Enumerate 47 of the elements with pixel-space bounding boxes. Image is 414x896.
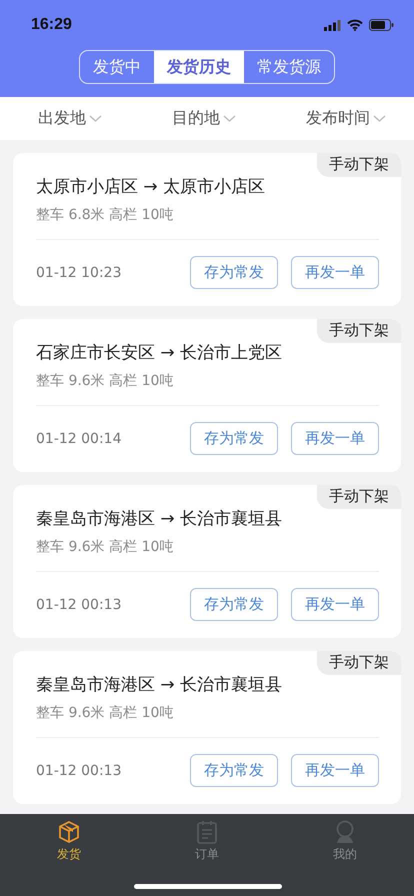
segment-tab[interactable]: 发货历史 bbox=[154, 51, 244, 83]
shipment-card[interactable]: 手动下架 秦皇岛市海港区 → 长治市襄垣县 整车 9.6米 高栏 10吨 01-12 00:13 存为常发 再发一单 bbox=[13, 651, 401, 804]
save-template-button[interactable]: 存为常发 bbox=[190, 422, 278, 455]
vehicle-spec: 整车 6.8米 高栏 10吨 bbox=[36, 206, 174, 224]
chevron-down-icon bbox=[223, 115, 236, 122]
shipment-card[interactable]: 手动下架 太原市小店区 → 太原市小店区 整车 6.8米 高栏 10吨 01-12 10:23 存为常发 再发一单 bbox=[13, 153, 401, 306]
status-tag: 手动下架 bbox=[317, 485, 401, 509]
repost-button[interactable]: 再发一单 bbox=[291, 754, 379, 787]
status-time: 16:29 bbox=[31, 16, 72, 34]
vehicle-spec: 整车 9.6米 高栏 10吨 bbox=[36, 704, 174, 722]
publish-time: 01-12 10:23 bbox=[36, 264, 122, 280]
status-tag: 手动下架 bbox=[317, 319, 401, 343]
segment-tab[interactable]: 发货中 bbox=[80, 51, 154, 83]
publish-time: 01-12 00:13 bbox=[36, 596, 122, 612]
vehicle-spec: 整车 9.6米 高栏 10吨 bbox=[36, 538, 174, 556]
filter-dropdown[interactable]: 发布时间 bbox=[306, 108, 386, 129]
tab-bar-item[interactable]: 我的 bbox=[276, 820, 414, 863]
status-tag: 手动下架 bbox=[317, 651, 401, 675]
save-template-button[interactable]: 存为常发 bbox=[190, 256, 278, 289]
filter-dropdown[interactable]: 出发地 bbox=[38, 108, 102, 129]
route-text: 秦皇岛市海港区 → 长治市襄垣县 bbox=[36, 508, 284, 530]
signal-icon bbox=[324, 20, 341, 30]
repost-button[interactable]: 再发一单 bbox=[291, 422, 379, 455]
repost-button[interactable]: 再发一单 bbox=[291, 588, 379, 621]
chevron-down-icon bbox=[89, 115, 102, 122]
chevron-down-icon bbox=[373, 115, 386, 122]
tab-bar-item[interactable]: 发货 bbox=[0, 820, 138, 863]
route-text: 太原市小店区 → 太原市小店区 bbox=[36, 176, 266, 198]
shipment-card[interactable]: 手动下架 石家庄市长安区 → 长治市上党区 整车 9.6米 高栏 10吨 01-12 00:14 存为常发 再发一单 bbox=[13, 319, 401, 472]
repost-button[interactable]: 再发一单 bbox=[291, 256, 379, 289]
save-template-button[interactable]: 存为常发 bbox=[190, 754, 278, 787]
person-icon bbox=[334, 820, 356, 844]
route-text: 石家庄市长安区 → 长治市上党区 bbox=[36, 342, 284, 364]
shipment-card[interactable]: 手动下架 秦皇岛市海港区 → 长治市襄垣县 整车 9.6米 高栏 10吨 01-12 00:13 存为常发 再发一单 bbox=[13, 485, 401, 638]
clipboard-icon bbox=[196, 820, 218, 844]
publish-time: 01-12 00:13 bbox=[36, 762, 122, 778]
battery-icon bbox=[369, 19, 394, 31]
publish-time: 01-12 00:14 bbox=[36, 430, 122, 446]
status-tag: 手动下架 bbox=[317, 153, 401, 177]
route-text: 秦皇岛市海港区 → 长治市襄垣县 bbox=[36, 674, 284, 696]
save-template-button[interactable]: 存为常发 bbox=[190, 588, 278, 621]
wifi-icon bbox=[347, 19, 363, 31]
vehicle-spec: 整车 9.6米 高栏 10吨 bbox=[36, 372, 174, 390]
segment-tab[interactable]: 常发货源 bbox=[244, 51, 334, 83]
box-icon bbox=[57, 820, 81, 844]
tab-bar-item[interactable]: 订单 bbox=[138, 820, 276, 863]
filter-dropdown[interactable]: 目的地 bbox=[172, 108, 236, 129]
